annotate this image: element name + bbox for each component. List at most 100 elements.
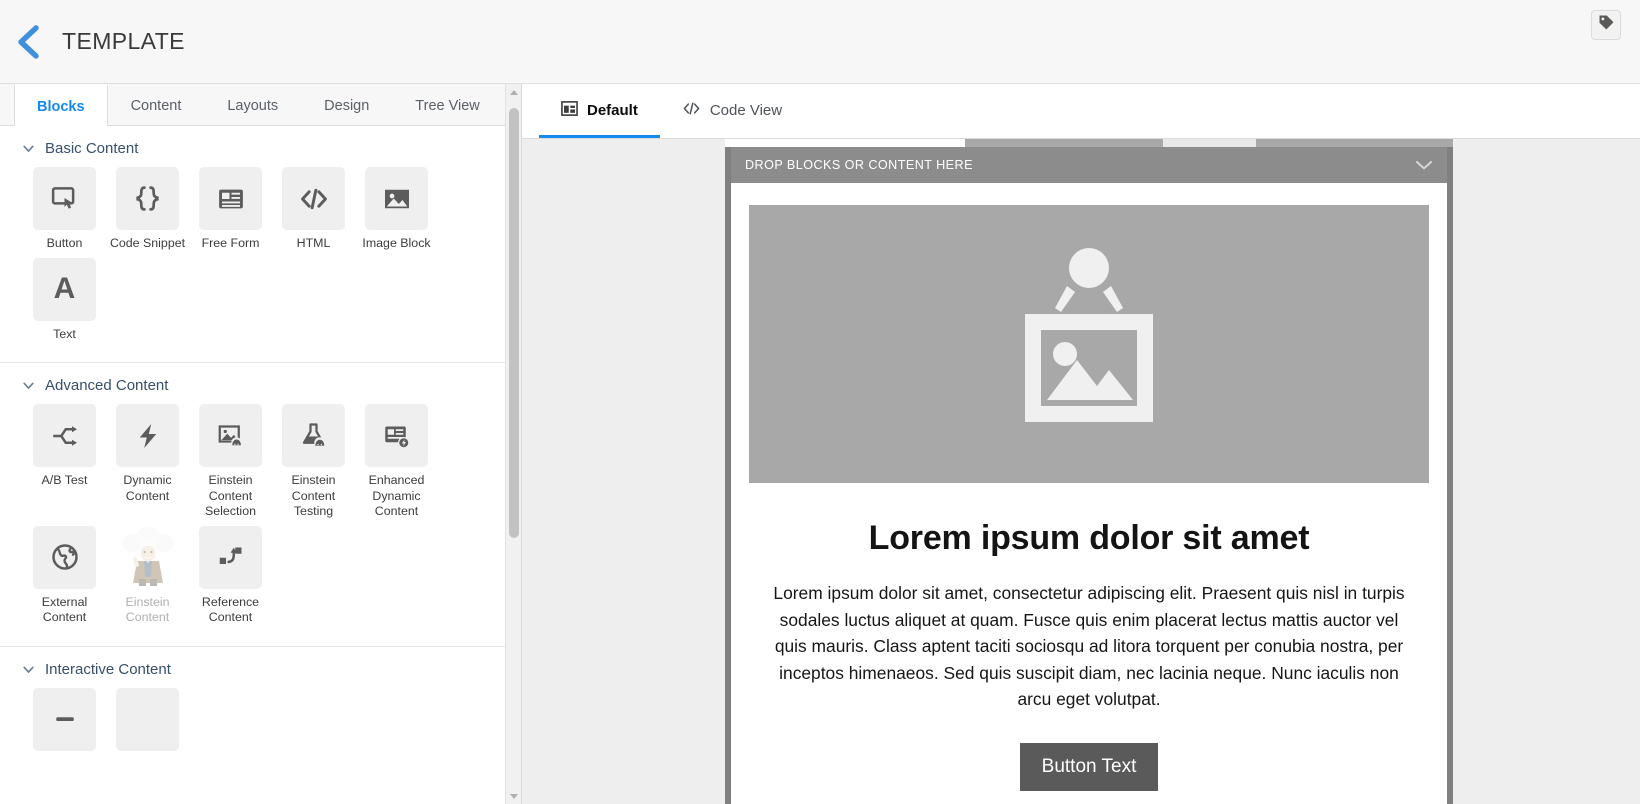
view-tabs: Default Code View <box>522 84 1640 139</box>
block-tile-einstein-content-selection[interactable]: Einstein Content Selection <box>189 404 272 520</box>
section-header-advanced-content[interactable]: Advanced Content <box>0 363 521 404</box>
tag-button[interactable] <box>1591 10 1621 40</box>
section-header-interactive-content[interactable]: Interactive Content <box>0 647 521 688</box>
drop-zone-label: DROP BLOCKS OR CONTENT HERE <box>745 158 973 172</box>
block-tile-label: Einstein Content <box>125 594 170 625</box>
block-tile-external-content[interactable]: External Content <box>23 525 106 626</box>
back-button[interactable] <box>6 20 50 64</box>
drop-zone-header[interactable]: DROP BLOCKS OR CONTENT HERE <box>731 147 1447 183</box>
block-tile-label: Free Form <box>201 236 260 250</box>
email-content: Lorem ipsum dolor sit amet Lorem ipsum d… <box>731 183 1447 804</box>
enhanced-dynamic-icon <box>365 404 428 467</box>
block-tile-interactive-2[interactable] <box>106 687 189 757</box>
slat-segment <box>1255 139 1453 147</box>
interactive-content-tiles <box>0 687 521 763</box>
block-tile-reference-content[interactable]: Reference Content <box>189 525 272 626</box>
block-tile-dynamic-content[interactable]: Dynamic Content <box>106 404 189 520</box>
tab-layouts[interactable]: Layouts <box>204 84 301 126</box>
block-tile-interactive-1[interactable] <box>23 687 106 757</box>
block-tile-image-block[interactable]: Image Block <box>355 167 438 252</box>
scroll-down-button[interactable] <box>506 788 521 804</box>
email-template: DROP BLOCKS OR CONTENT HERE Lorem ipsum … <box>725 139 1453 804</box>
layout-preview-icon <box>561 100 578 121</box>
tab-default-view-label: Default <box>587 101 638 119</box>
email-canvas: DROP BLOCKS OR CONTENT HERE Lorem ipsum … <box>522 139 1640 804</box>
section-header-basic-content[interactable]: Basic Content <box>0 126 521 167</box>
reference-content-icon <box>199 525 262 589</box>
blocks-scroll-area: Basic Content Button Code Snippet Free F… <box>0 126 521 804</box>
chevron-down-icon[interactable] <box>1415 159 1433 171</box>
image-placeholder-block[interactable] <box>749 205 1429 483</box>
block-tile-label: External Content <box>41 594 88 625</box>
block-tile-label: Text <box>53 326 76 341</box>
tab-layouts-label: Layouts <box>227 98 279 114</box>
block-tile-ab-test[interactable]: A/B Test <box>23 404 106 520</box>
tab-design-label: Design <box>324 98 370 114</box>
blocks-sidebar: Blocks Content Layouts Design Tree View … <box>0 84 522 804</box>
block-tile-label: HTML <box>296 236 331 250</box>
block-tile-label: Enhanced Dynamic Content <box>368 473 425 518</box>
block-tile-label: Image Block <box>362 236 431 250</box>
interactive-block-icon <box>33 687 96 751</box>
section-interactive-content: Interactive Content <box>0 647 521 777</box>
email-button-row: Button Text <box>749 742 1429 804</box>
section-basic-content: Basic Content Button Code Snippet Free F… <box>0 126 521 363</box>
scroll-up-button[interactable] <box>506 84 521 100</box>
tab-design[interactable]: Design <box>301 84 392 126</box>
block-tile-enhanced-dynamic-content[interactable]: Enhanced Dynamic Content <box>355 404 438 520</box>
section-title: Advanced Content <box>45 377 169 394</box>
letter-a-icon: A <box>33 257 96 321</box>
block-tile-label: Einstein Content Testing <box>291 473 336 518</box>
block-tile-label: Code Snippet <box>109 236 186 250</box>
template-top-slats <box>725 139 1453 147</box>
tab-code-view[interactable]: Code View <box>660 85 804 138</box>
block-tile-code-snippet[interactable]: Code Snippet <box>106 167 189 252</box>
code-tags-icon <box>282 167 345 230</box>
block-tile-html[interactable]: HTML <box>272 167 355 252</box>
tab-code-view-label: Code View <box>709 101 783 119</box>
block-tile-free-form[interactable]: Free Form <box>189 167 272 252</box>
editor-panel: Default Code View DROP BLOCKS OR CONTENT… <box>522 84 1640 804</box>
button-block-icon <box>33 167 96 230</box>
block-tile-einstein-content-testing[interactable]: Einstein Content Testing <box>272 404 355 520</box>
email-cta-button[interactable]: Button Text <box>1019 742 1159 791</box>
slat-segment <box>725 139 965 147</box>
tab-content[interactable]: Content <box>108 84 205 126</box>
tab-tree-view[interactable]: Tree View <box>392 84 502 126</box>
section-title: Basic Content <box>45 140 139 157</box>
block-tile-label: Dynamic Content <box>123 473 172 503</box>
section-title: Interactive Content <box>45 660 171 678</box>
block-tile-label: Reference Content <box>201 594 260 625</box>
ab-test-split-icon <box>33 404 96 467</box>
block-tile-text[interactable]: A Text <box>23 257 106 343</box>
free-form-icon <box>199 167 262 230</box>
code-tags-icon <box>682 100 701 121</box>
image-icon <box>365 167 428 230</box>
tab-default-view[interactable]: Default <box>539 85 660 138</box>
image-placeholder-icon <box>1003 242 1175 447</box>
chevron-down-icon <box>22 379 35 392</box>
globe-icon <box>33 525 96 589</box>
braces-icon <box>116 167 179 230</box>
app-header: TEMPLATE <box>0 0 1640 84</box>
lightning-bolt-icon <box>116 404 179 467</box>
chevron-down-icon <box>22 663 35 676</box>
einstein-flask-icon <box>282 404 345 467</box>
email-body: DROP BLOCKS OR CONTENT HERE Lorem ipsum … <box>725 147 1453 804</box>
block-tile-label: Button <box>46 236 83 250</box>
advanced-content-tiles: A/B Test Dynamic Content Einstein Conten… <box>0 404 521 632</box>
scrollbar-thumb[interactable] <box>509 108 519 538</box>
tag-icon <box>1598 14 1615 36</box>
page-title: TEMPLATE <box>62 28 185 54</box>
tab-blocks[interactable]: Blocks <box>14 84 108 127</box>
block-tile-button[interactable]: Button <box>23 167 106 252</box>
interactive-block-icon <box>116 687 179 751</box>
tab-tree-view-label: Tree View <box>415 98 480 114</box>
basic-content-tiles: Button Code Snippet Free Form HTML Image… <box>0 167 521 348</box>
sidebar-scrollbar[interactable] <box>505 84 521 804</box>
slat-segment <box>965 139 1163 147</box>
sidebar-tabs: Blocks Content Layouts Design Tree View <box>0 84 521 127</box>
email-paragraph[interactable]: Lorem ipsum dolor sit amet, consectetur … <box>765 580 1413 713</box>
chevron-down-icon <box>22 142 35 155</box>
email-heading[interactable]: Lorem ipsum dolor sit amet <box>749 519 1429 558</box>
